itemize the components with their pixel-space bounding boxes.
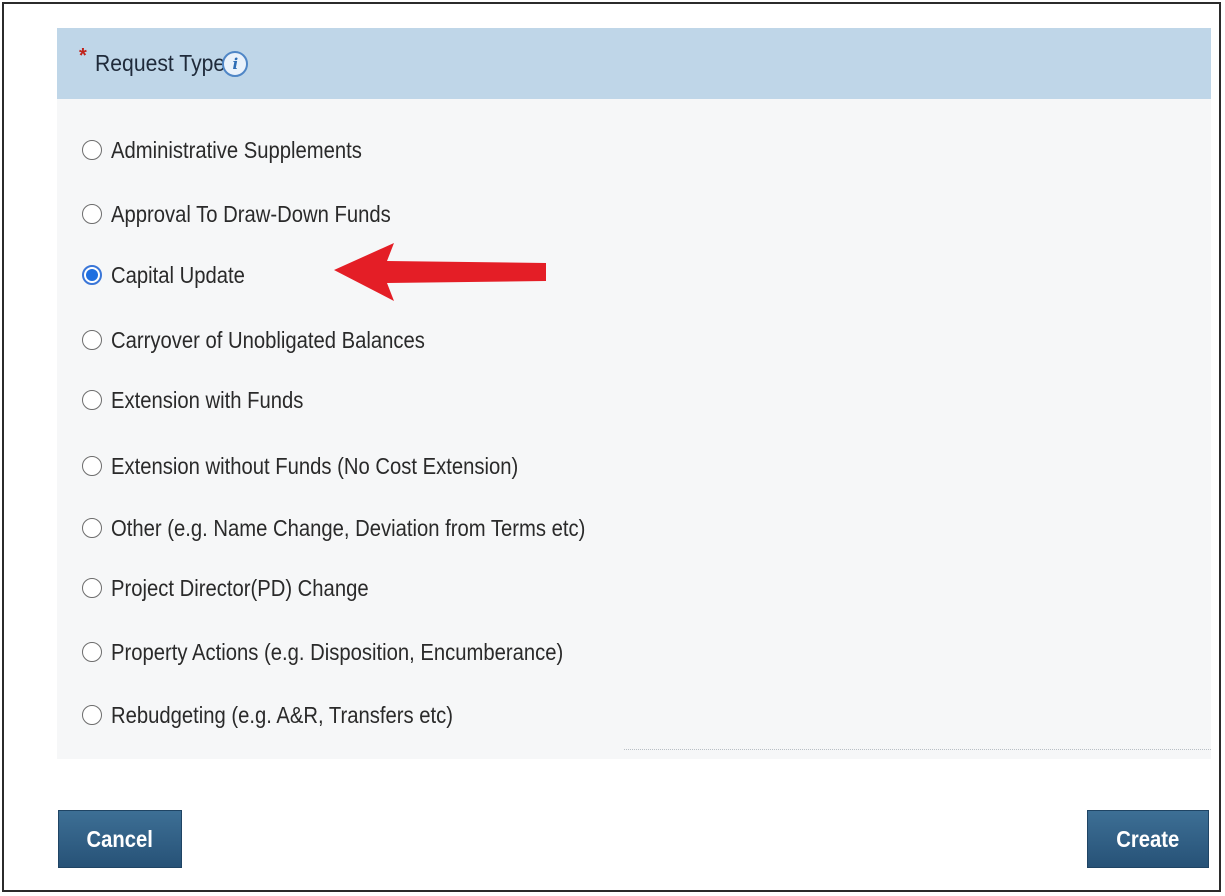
radio-option-property-actions[interactable]: Property Actions (e.g. Disposition, Encu… bbox=[82, 632, 625, 672]
radio-label: Extension without Funds (No Cost Extensi… bbox=[111, 452, 519, 479]
radio-button[interactable] bbox=[82, 140, 102, 160]
radio-button[interactable] bbox=[82, 330, 102, 350]
request-type-panel: * Request Type i Administrative Suppleme… bbox=[57, 28, 1211, 759]
request-type-header: * Request Type i bbox=[57, 28, 1211, 99]
radio-button[interactable] bbox=[82, 456, 102, 476]
info-icon[interactable]: i bbox=[222, 50, 249, 77]
red-arrow-left-icon bbox=[334, 243, 546, 301]
radio-label: Administrative Supplements bbox=[111, 136, 362, 163]
radio-option-administrative-supplements[interactable]: Administrative Supplements bbox=[82, 130, 396, 170]
radio-button[interactable] bbox=[82, 642, 102, 662]
radio-option-extension-with-funds[interactable]: Extension with Funds bbox=[82, 380, 330, 420]
radio-option-approval-to-draw-down-funds[interactable]: Approval To Draw-Down Funds bbox=[82, 194, 429, 234]
radio-option-project-director-change[interactable]: Project Director(PD) Change bbox=[82, 568, 404, 608]
radio-label: Approval To Draw-Down Funds bbox=[111, 200, 391, 227]
radio-option-carryover-of-unobligated-balances[interactable]: Carryover of Unobligated Balances bbox=[82, 320, 468, 360]
request-type-title: Request Type bbox=[94, 50, 225, 76]
radio-button-selected[interactable] bbox=[82, 265, 102, 285]
radio-label: Project Director(PD) Change bbox=[111, 574, 369, 601]
create-button-label: Create bbox=[1116, 825, 1180, 852]
cancel-button-label: Cancel bbox=[86, 825, 154, 852]
dialog-frame: * Request Type i Administrative Suppleme… bbox=[2, 2, 1221, 892]
radio-option-other[interactable]: Other (e.g. Name Change, Deviation from … bbox=[82, 508, 650, 548]
radio-button[interactable] bbox=[82, 578, 102, 598]
radio-label: Capital Update bbox=[111, 261, 245, 288]
radio-option-extension-without-funds[interactable]: Extension without Funds (No Cost Extensi… bbox=[82, 446, 574, 486]
radio-button[interactable] bbox=[82, 705, 102, 725]
radio-button[interactable] bbox=[82, 204, 102, 224]
radio-label: Other (e.g. Name Change, Deviation from … bbox=[111, 514, 586, 541]
radio-label: Carryover of Unobligated Balances bbox=[111, 326, 425, 353]
radio-button[interactable] bbox=[82, 518, 102, 538]
radio-option-capital-update[interactable]: Capital Update bbox=[82, 255, 263, 295]
cancel-button[interactable]: Cancel bbox=[58, 810, 182, 868]
radio-label: Property Actions (e.g. Disposition, Encu… bbox=[111, 638, 564, 665]
create-button[interactable]: Create bbox=[1087, 810, 1209, 868]
radio-option-rebudgeting[interactable]: Rebudgeting (e.g. A&R, Transfers etc) bbox=[82, 695, 500, 735]
radio-label: Rebudgeting (e.g. A&R, Transfers etc) bbox=[111, 701, 454, 728]
radio-button[interactable] bbox=[82, 390, 102, 410]
required-marker: * bbox=[79, 45, 87, 67]
radio-label: Extension with Funds bbox=[111, 386, 304, 413]
panel-divider bbox=[624, 749, 1211, 750]
